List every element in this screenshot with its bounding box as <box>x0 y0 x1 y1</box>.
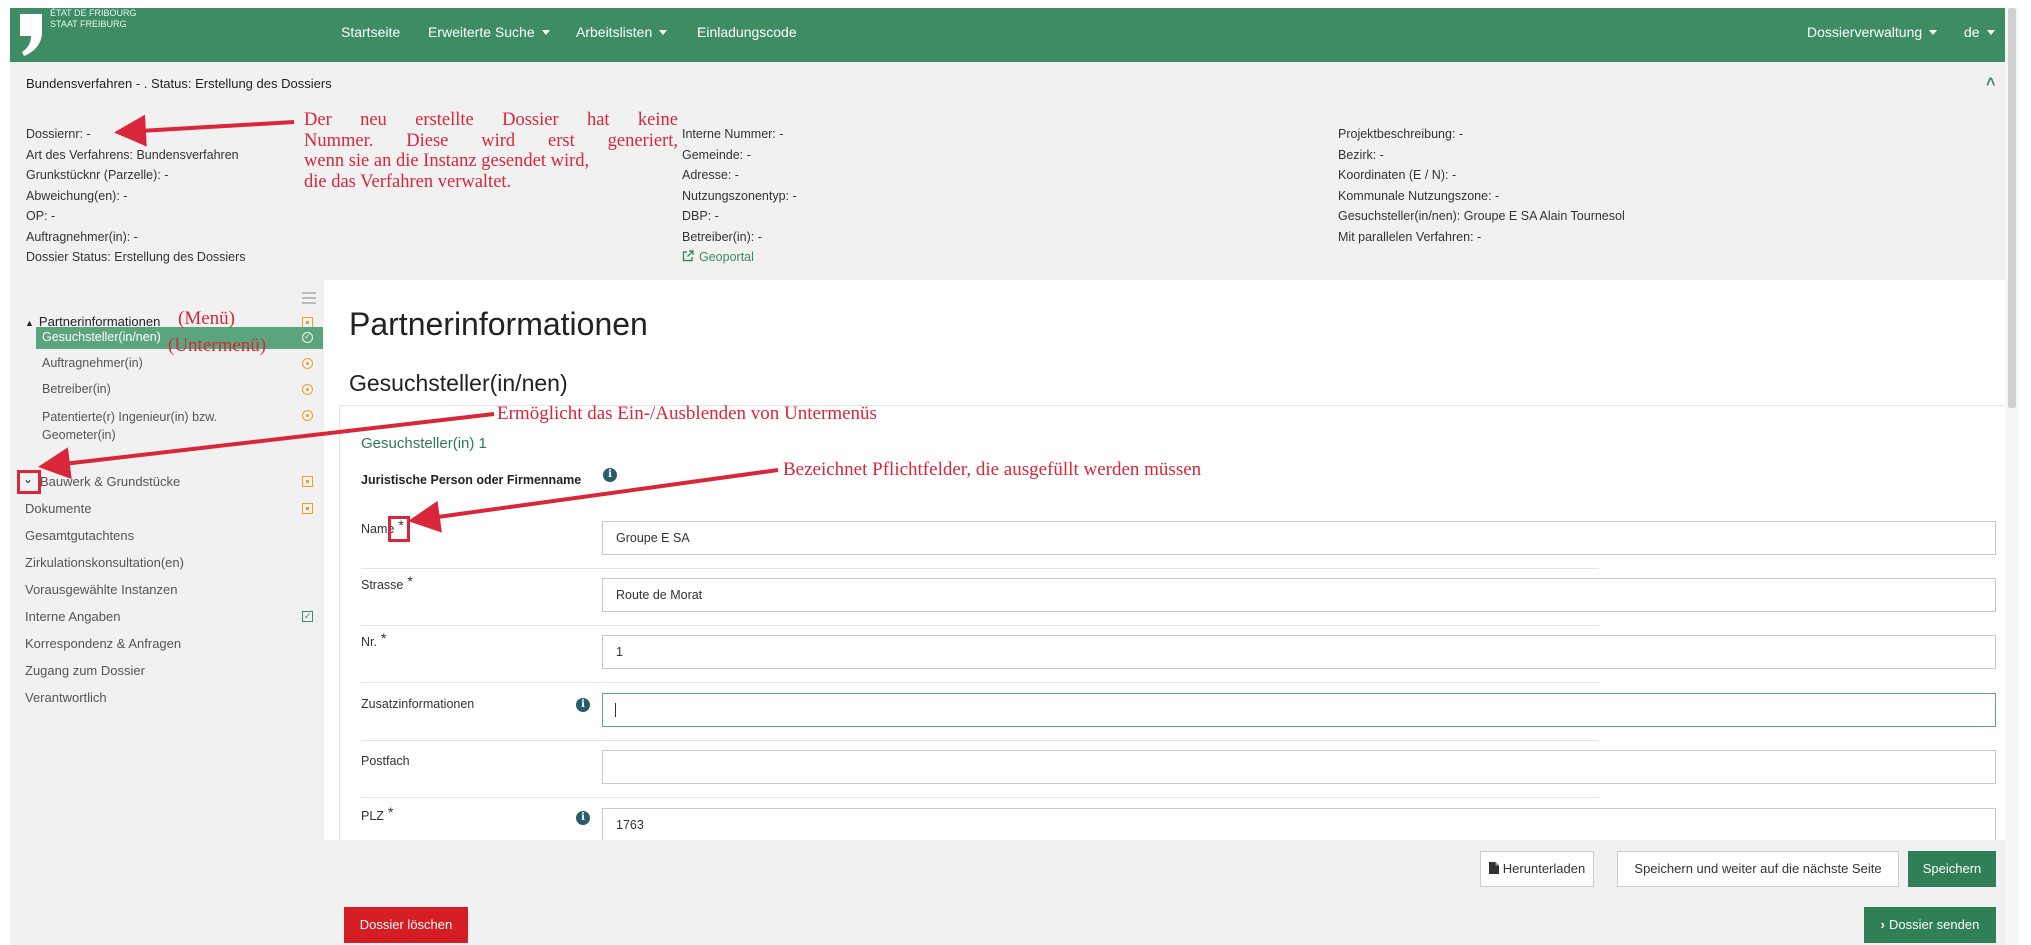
arrow-required <box>408 468 779 533</box>
arrow-submenu-toggle <box>38 412 495 480</box>
scrollbar-thumb[interactable] <box>2008 8 2016 408</box>
page-scrollbar[interactable] <box>2005 8 2019 945</box>
app-window: ÉTAT DE FRIBOURG STAAT FREIBURG Startsei… <box>10 8 2012 945</box>
arrow-dossier-number <box>114 114 295 147</box>
annotation-arrows <box>38 114 779 533</box>
